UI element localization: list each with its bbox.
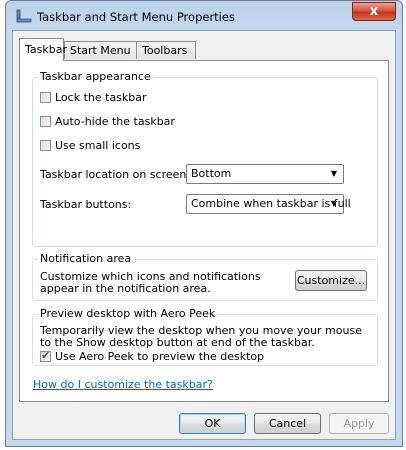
ok-button[interactable]: OK — [179, 413, 246, 434]
aero-peek-checkbox[interactable]: Use Aero Peek to preview the desktop — [40, 349, 265, 364]
small-icons-label: Use small icons — [55, 139, 141, 152]
aero-peek-checkbox-label: Use Aero Peek to preview the desktop — [55, 350, 265, 363]
tab-taskbar[interactable]: Taskbar — [19, 38, 67, 61]
tab-start-menu[interactable]: Start Menu — [64, 41, 137, 59]
notification-description: Customize which icons and notifications … — [40, 270, 261, 295]
taskbar-location-select[interactable]: Bottom ▼ — [186, 164, 344, 184]
aero-peek-description: Temporarily view the desktop when you mo… — [40, 324, 362, 349]
small-icons-checkbox-box[interactable] — [40, 139, 51, 151]
aero-peek-group: Preview desktop with Aero Peek Temporari… — [32, 307, 378, 366]
small-icons-checkbox[interactable]: Use small icons — [40, 139, 140, 153]
lock-taskbar-label: Lock the taskbar — [55, 91, 147, 104]
dialog-window: Taskbar and Start Menu Properties x Task… — [5, 0, 403, 447]
group-title-notification: Notification area — [38, 252, 134, 265]
tab-toolbars[interactable]: Toolbars — [136, 41, 196, 59]
taskbar-location-label: Taskbar location on screen: — [40, 168, 191, 181]
taskbar-appearance-group: Taskbar appearance Lock the taskbar Auto… — [32, 70, 378, 247]
group-title-appearance: Taskbar appearance — [38, 70, 153, 83]
auto-hide-label: Auto-hide the taskbar — [55, 115, 175, 128]
chevron-down-icon: ▼ — [330, 169, 337, 178]
taskbar-buttons-value: Combine when taskbar is full — [191, 197, 351, 210]
taskbar-properties-icon — [16, 9, 32, 23]
close-button[interactable]: x — [352, 2, 396, 21]
cancel-button[interactable]: Cancel — [254, 413, 321, 434]
auto-hide-checkbox[interactable]: Auto-hide the taskbar — [40, 115, 175, 129]
help-link[interactable]: How do I customize the taskbar? — [33, 378, 213, 391]
group-title-aero-peek: Preview desktop with Aero Peek — [38, 307, 218, 320]
taskbar-location-value: Bottom — [191, 167, 232, 180]
notification-area-group: Notification area Customize which icons … — [32, 252, 378, 301]
taskbar-buttons-select[interactable]: Combine when taskbar is full ▼ — [186, 194, 351, 214]
customize-button[interactable]: Customize... — [295, 270, 367, 291]
taskbar-buttons-label: Taskbar buttons: — [40, 198, 132, 211]
close-icon: x — [369, 4, 379, 19]
taskbar-tab-panel: Taskbar appearance Lock the taskbar Auto… — [19, 60, 389, 402]
lock-taskbar-checkbox-box[interactable] — [40, 91, 51, 103]
apply-button[interactable]: Apply — [329, 413, 389, 434]
title-bar[interactable]: Taskbar and Start Menu Properties x — [6, 1, 402, 31]
aero-peek-checkbox-box[interactable] — [40, 349, 51, 362]
window-title: Taskbar and Start Menu Properties — [37, 10, 235, 24]
auto-hide-checkbox-box[interactable] — [40, 115, 51, 127]
dialog-client-area: Taskbar Start Menu Toolbars Taskbar appe… — [12, 30, 396, 440]
chevron-down-icon: ▼ — [330, 199, 337, 208]
lock-taskbar-checkbox[interactable]: Lock the taskbar — [40, 91, 147, 105]
